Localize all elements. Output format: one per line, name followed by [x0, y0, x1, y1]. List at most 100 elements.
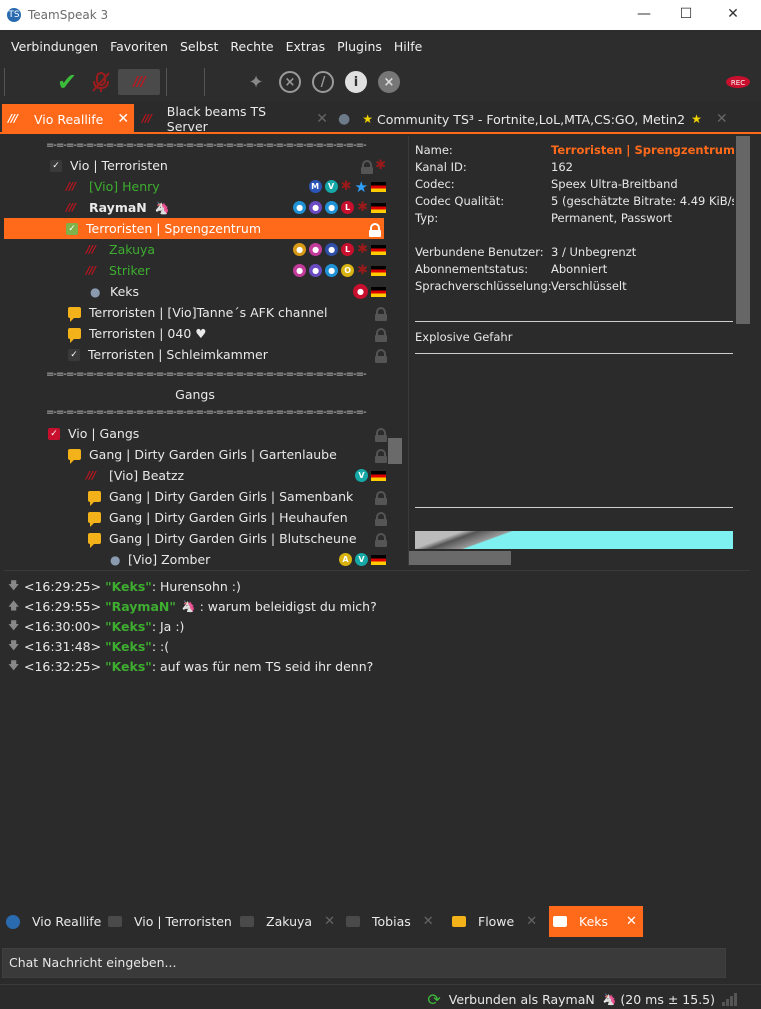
- close-tab-icon[interactable]: ✕: [316, 111, 328, 127]
- menu-hilfe[interactable]: Hilfe: [394, 39, 422, 54]
- minimize-button[interactable]: —: [621, 0, 667, 30]
- chat-tab-server[interactable]: Vio Reallife: [6, 906, 104, 937]
- channel-sprengzentrum[interactable]: ✓ Terroristen | Sprengzentrum: [4, 218, 384, 239]
- channel-info-panel: Name: Terroristen | Sprengzentrum Kanal …: [408, 136, 750, 566]
- channel-040[interactable]: Terroristen | 040 ♥: [4, 323, 387, 344]
- badge-m-icon: M: [308, 180, 322, 193]
- close-tab-icon[interactable]: ✕: [716, 111, 728, 127]
- user-beatzz[interactable]: /// [Vio] Beatzz V: [4, 465, 386, 486]
- mute-speakers-icon[interactable]: ///: [118, 69, 160, 95]
- channel-label: Gang | Dirty Garden Girls | Blutscheune: [109, 531, 357, 546]
- status-bar: ⟳ Verbunden als RaymaN 🦄 (20 ms ± 15.5): [0, 984, 761, 1009]
- channel-heuhaufen[interactable]: Gang | Dirty Garden Girls | Heuhaufen: [4, 507, 387, 528]
- tab-label: Vio Reallife: [34, 111, 104, 127]
- channel-label: Vio | Terroristen: [70, 158, 168, 173]
- badge-emblem-icon: ●: [353, 284, 368, 299]
- chat-tab-zakuya[interactable]: Zakuya ✕: [240, 906, 340, 937]
- channel-samenbank[interactable]: Gang | Dirty Garden Girls | Samenbank: [4, 486, 387, 507]
- lock-icon: [375, 449, 387, 463]
- info-scrollbar-thumb[interactable]: [736, 136, 750, 324]
- close-circle-icon-2[interactable]: ×: [377, 69, 401, 95]
- menu-favoriten[interactable]: Favoriten: [110, 39, 168, 54]
- banner-rock-graphic: [415, 531, 525, 549]
- channel-tree[interactable]: =-=-=-=-=-=-=-=-=-=-=-=-=-=-=-=-=-=-=-=-…: [4, 136, 402, 566]
- close-circle-icon[interactable]: ×: [278, 69, 302, 95]
- teamspeak-icon: TS: [7, 8, 21, 22]
- channel-icon: [68, 449, 81, 464]
- star-icon: ★: [691, 112, 702, 126]
- spacer: =-=-=-=-=-=-=-=-=-=-=-=-=-=-=-=-=-=-=-=-…: [46, 140, 367, 152]
- incoming-arrow-icon: 🡇: [8, 639, 20, 652]
- signal-strength-icon: [722, 993, 737, 1006]
- chat-tab-tobias[interactable]: Tobias ✕: [346, 906, 442, 937]
- menu-verbindungen[interactable]: Verbindungen: [11, 39, 98, 54]
- info-subscription-row: Abonnementstatus: Abonniert: [415, 262, 608, 276]
- tree-scrollbar-thumb[interactable]: [388, 438, 402, 464]
- info-horizontal-scrollbar-thumb[interactable]: [409, 551, 511, 565]
- incoming-arrow-icon: 🡇: [8, 659, 20, 672]
- chat-tab-channel[interactable]: Vio | Terroristen: [108, 906, 238, 937]
- close-tab-icon[interactable]: ✕: [626, 914, 637, 929]
- channel-gartenlaube[interactable]: Gang | Dirty Garden Girls | Gartenlaube: [4, 444, 387, 465]
- lock-icon: [375, 307, 387, 321]
- menu-selbst[interactable]: Selbst: [180, 39, 218, 54]
- info-icon[interactable]: i: [344, 69, 368, 95]
- blue-star-icon: ★: [354, 177, 368, 196]
- maximize-button[interactable]: ☐: [663, 0, 709, 30]
- channel-schleimkammer[interactable]: ✓ Terroristen | Schleimkammer: [4, 344, 387, 365]
- tab-server-black-beams[interactable]: /// Black beams TS Server ✕: [136, 104, 328, 134]
- check-icon[interactable]: ✔: [54, 68, 80, 96]
- vio-user-icon: ///: [86, 264, 96, 277]
- info-name-row: Name: Terroristen | Sprengzentrum: [415, 143, 735, 157]
- tab-server-community[interactable]: ● ★ Community TS³ - Fortnite,LoL,MTA,CS:…: [336, 104, 728, 134]
- user-henry[interactable]: /// [Vio] Henry M V ✱ ★: [4, 176, 386, 197]
- channel-label: Terroristen | Sprengzentrum: [86, 221, 262, 236]
- lock-icon: [375, 328, 387, 342]
- user-label: Keks: [110, 284, 140, 299]
- chat-input[interactable]: Chat Nachricht eingeben...: [2, 948, 726, 978]
- close-tab-icon[interactable]: ✕: [526, 914, 537, 929]
- channel-label: Gang | Dirty Garden Girls | Samenbank: [109, 489, 354, 504]
- tab-server-vio-reallife[interactable]: /// Vio Reallife ✕: [2, 104, 134, 134]
- tree-scrollbar[interactable]: [390, 136, 402, 566]
- german-flag-icon: [371, 554, 386, 565]
- user-zakuya[interactable]: /// Zakuya ● ● ● L ✱: [4, 239, 386, 260]
- lock-icon: [369, 223, 381, 237]
- chat-message: 🡅 <16:29:55> "RaymaN" 🦄 : warum beleidig…: [8, 599, 377, 614]
- away-icon[interactable]: ✦: [244, 69, 268, 95]
- spacer-gangs: Gangs: [4, 384, 386, 405]
- channel-label: Gang | Dirty Garden Girls | Gartenlaube: [89, 447, 337, 462]
- menu-rechte[interactable]: Rechte: [230, 39, 273, 54]
- user-rayman[interactable]: /// RaymaN 🦄 ● ● ● L ✱: [4, 197, 386, 218]
- channel-afk[interactable]: Terroristen | [Vio]Tanne´s AFK channel: [4, 302, 387, 323]
- close-tab-icon[interactable]: ✕: [324, 914, 335, 929]
- chat-tab-keks[interactable]: Keks ✕: [549, 906, 643, 937]
- badge-circle-icon: ●: [309, 264, 323, 277]
- close-button[interactable]: ✕: [710, 0, 756, 30]
- user-keks[interactable]: ● Keks ●: [4, 281, 386, 302]
- close-tab-icon[interactable]: ✕: [423, 914, 434, 929]
- block-icon[interactable]: /: [311, 69, 335, 95]
- channel-icon: [88, 512, 101, 527]
- channel-vio-gangs[interactable]: ✓ Vio | Gangs: [4, 423, 387, 444]
- chat-tab-flowe[interactable]: Flowe ✕: [452, 906, 546, 937]
- channel-vio-terroristen[interactable]: ✓ Vio | Terroristen ✱: [4, 155, 386, 176]
- toolbar-separator: [204, 68, 205, 96]
- channel-icon: [68, 307, 81, 322]
- tab-label: Black beams TS Server: [166, 104, 267, 134]
- channel-label: Terroristen | Schleimkammer: [88, 347, 268, 362]
- user-zomber[interactable]: ● [Vio] Zomber A V: [4, 549, 386, 566]
- menu-extras[interactable]: Extras: [286, 39, 326, 54]
- unicorn-icon: 🦄: [154, 200, 170, 215]
- red-star-icon: ✱: [357, 263, 368, 278]
- user-striker[interactable]: /// Striker ● ● ● O ✱: [4, 260, 386, 281]
- mute-microphone-icon[interactable]: [88, 69, 114, 95]
- channel-blutscheune[interactable]: Gang | Dirty Garden Girls | Blutscheune: [4, 528, 387, 549]
- teamspeak-icon: [6, 914, 20, 929]
- close-tab-icon[interactable]: ✕: [117, 111, 129, 127]
- vio-logo-icon: ///: [142, 112, 152, 125]
- title-bar: TS TeamSpeak 3 — ☐ ✕: [0, 0, 761, 30]
- chat-log[interactable]: 🡇 <16:29:25> "Keks" : Hurensohn :) 🡅 <16…: [4, 570, 750, 906]
- menu-plugins[interactable]: Plugins: [337, 39, 382, 54]
- channel-label: Terroristen | 040 ♥: [89, 326, 207, 341]
